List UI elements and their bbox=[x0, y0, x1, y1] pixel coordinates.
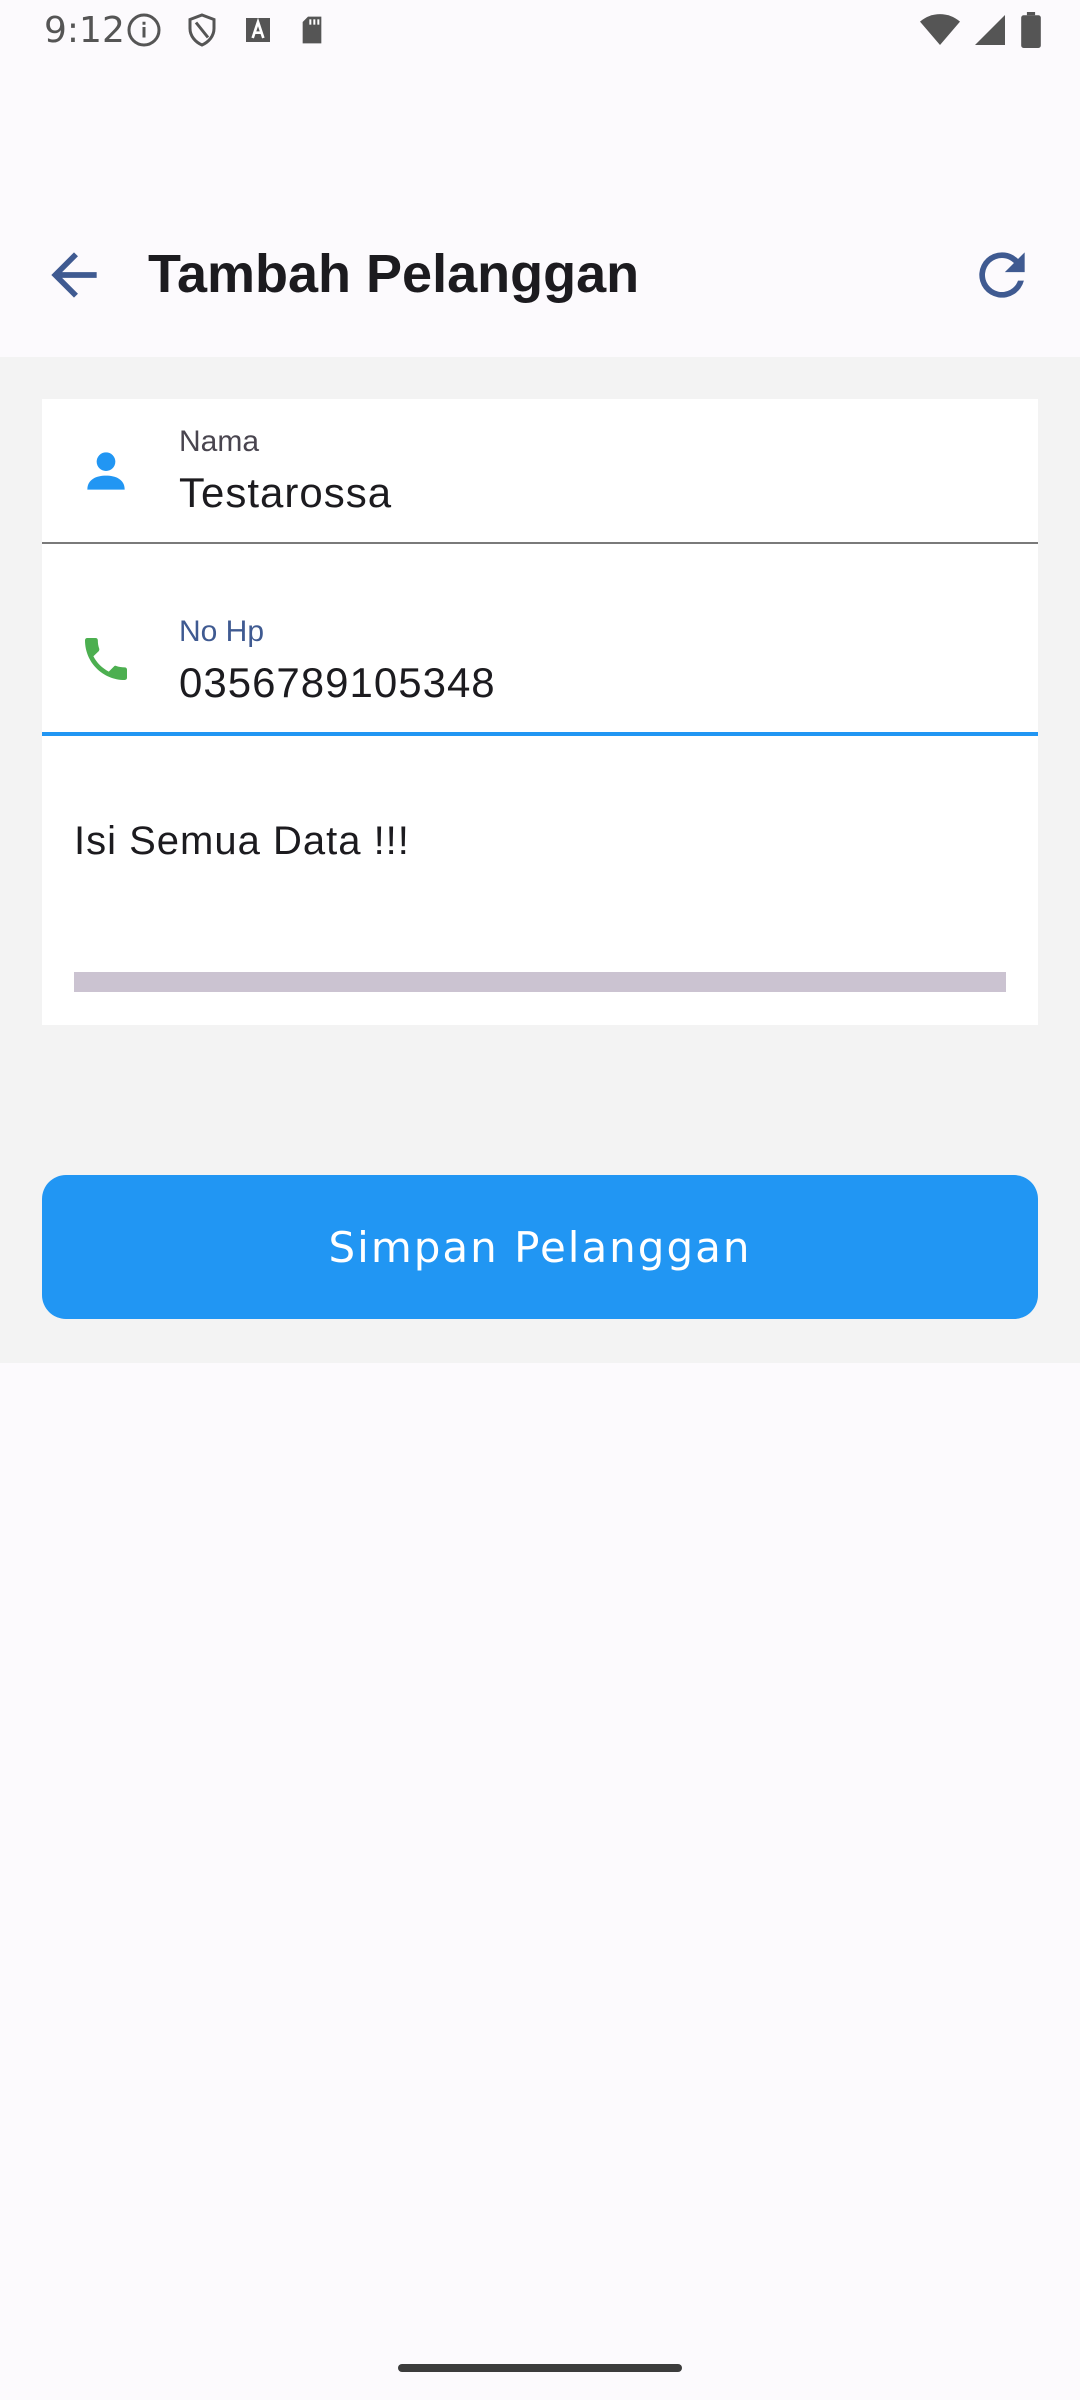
shield-icon bbox=[188, 13, 216, 47]
save-customer-button[interactable]: Simpan Pelanggan bbox=[42, 1175, 1038, 1319]
progress-bar bbox=[74, 972, 1006, 992]
font-icon bbox=[246, 17, 270, 42]
phone-icon bbox=[85, 638, 127, 680]
app-bar: Tambah Pelanggan bbox=[0, 215, 1080, 335]
info-icon bbox=[127, 13, 161, 47]
no-hp-input[interactable]: 0356789105348 bbox=[179, 659, 496, 707]
nama-input[interactable]: Testarossa bbox=[179, 469, 392, 517]
battery-icon bbox=[1021, 12, 1041, 48]
no-hp-field[interactable]: No Hp 0356789105348 bbox=[42, 589, 1038, 736]
status-icons-right bbox=[920, 12, 1042, 48]
validation-message: Isi Semua Data !!! bbox=[74, 819, 410, 863]
nama-label: Nama bbox=[179, 425, 260, 458]
arrow-back-icon bbox=[51, 252, 97, 298]
home-indicator[interactable] bbox=[398, 2364, 682, 2372]
page-title: Tambah Pelanggan bbox=[148, 244, 640, 304]
form-card: Nama Testarossa No Hp 0356789105348 Isi … bbox=[42, 399, 1038, 1025]
sd-card-icon bbox=[302, 16, 322, 44]
signal-icon bbox=[975, 15, 1005, 45]
back-button[interactable] bbox=[40, 241, 108, 309]
nama-field[interactable]: Nama Testarossa bbox=[42, 399, 1038, 544]
refresh-button[interactable] bbox=[968, 241, 1036, 309]
status-icons-left bbox=[126, 12, 328, 48]
wifi-icon bbox=[920, 14, 960, 45]
no-hp-label: No Hp bbox=[179, 615, 265, 648]
content-area: Nama Testarossa No Hp 0356789105348 Isi … bbox=[0, 357, 1080, 1363]
status-bar: 9:12 bbox=[0, 0, 1080, 60]
status-time: 9:12 bbox=[44, 10, 125, 51]
person-icon bbox=[87, 452, 125, 490]
refresh-icon bbox=[979, 252, 1025, 298]
